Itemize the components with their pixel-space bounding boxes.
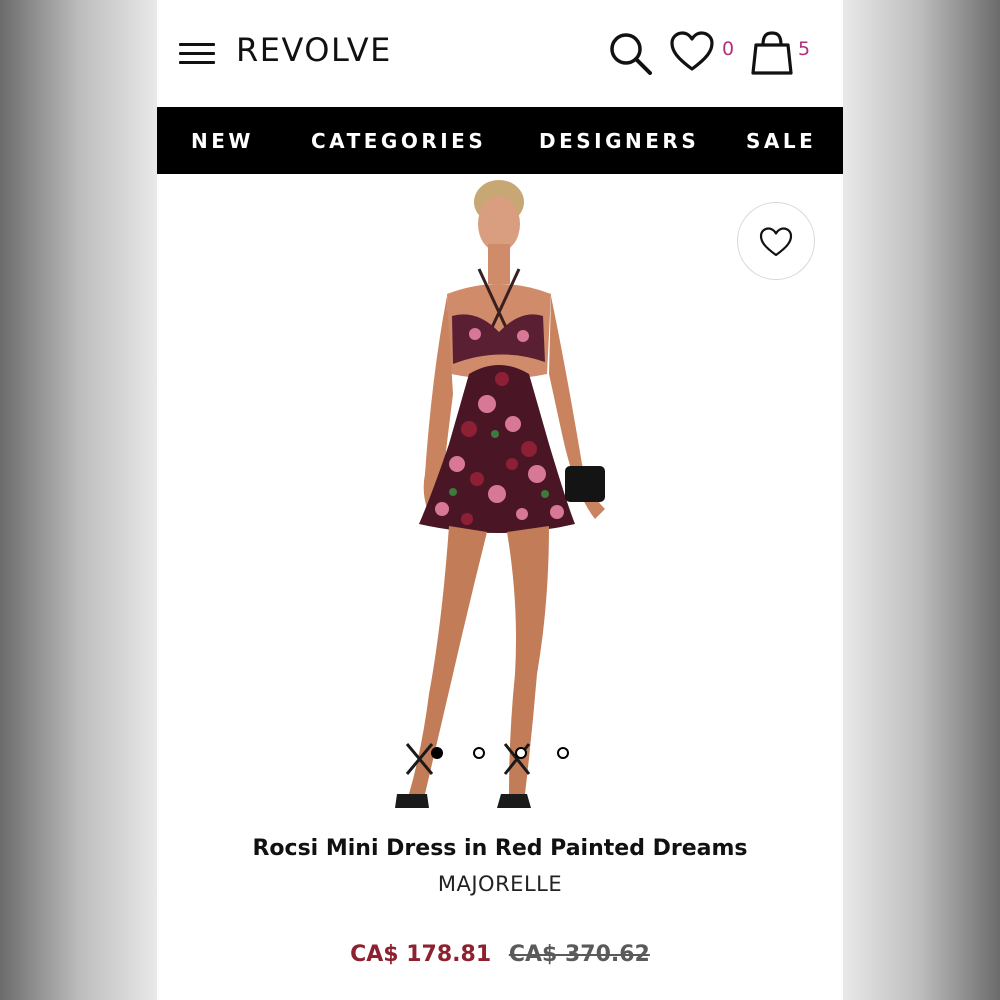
nav-new[interactable]: NEW (191, 129, 254, 153)
nav-designers[interactable]: DESIGNERS (539, 129, 699, 153)
nav-sale[interactable]: SALE (746, 129, 816, 153)
gallery-dot-2[interactable] (473, 747, 485, 759)
sale-price: CA$ 178.81 (350, 942, 492, 967)
bag-count: 5 (798, 38, 811, 60)
heart-icon[interactable] (669, 31, 715, 73)
header: REVOLVE 0 5 (157, 0, 843, 107)
price-row: CA$ 178.81 CA$ 370.62 (157, 942, 843, 967)
product-brand[interactable]: MAJORELLE (157, 872, 843, 896)
logo[interactable]: REVOLVE (236, 31, 392, 69)
nav-categories[interactable]: CATEGORIES (311, 129, 486, 153)
original-price: CA$ 370.62 (508, 942, 650, 967)
wishlist-count: 0 (722, 38, 735, 60)
main-nav: NEW CATEGORIES DESIGNERS SALE (157, 107, 843, 174)
search-icon[interactable] (607, 30, 655, 78)
heart-icon (759, 227, 793, 257)
shopping-bag-icon[interactable] (749, 30, 795, 76)
gallery-dot-4[interactable] (557, 747, 569, 759)
gallery-dot-1[interactable] (431, 747, 443, 759)
add-to-wishlist-button[interactable] (737, 202, 815, 280)
gallery-dot-3[interactable] (515, 747, 527, 759)
product-page: REVOLVE 0 5 NEW CATEGORIES DESIGNERS SAL… (157, 0, 843, 1000)
product-image-gallery[interactable] (157, 174, 843, 824)
menu-icon[interactable] (179, 40, 215, 68)
product-title: Rocsi Mini Dress in Red Painted Dreams (252, 836, 748, 861)
